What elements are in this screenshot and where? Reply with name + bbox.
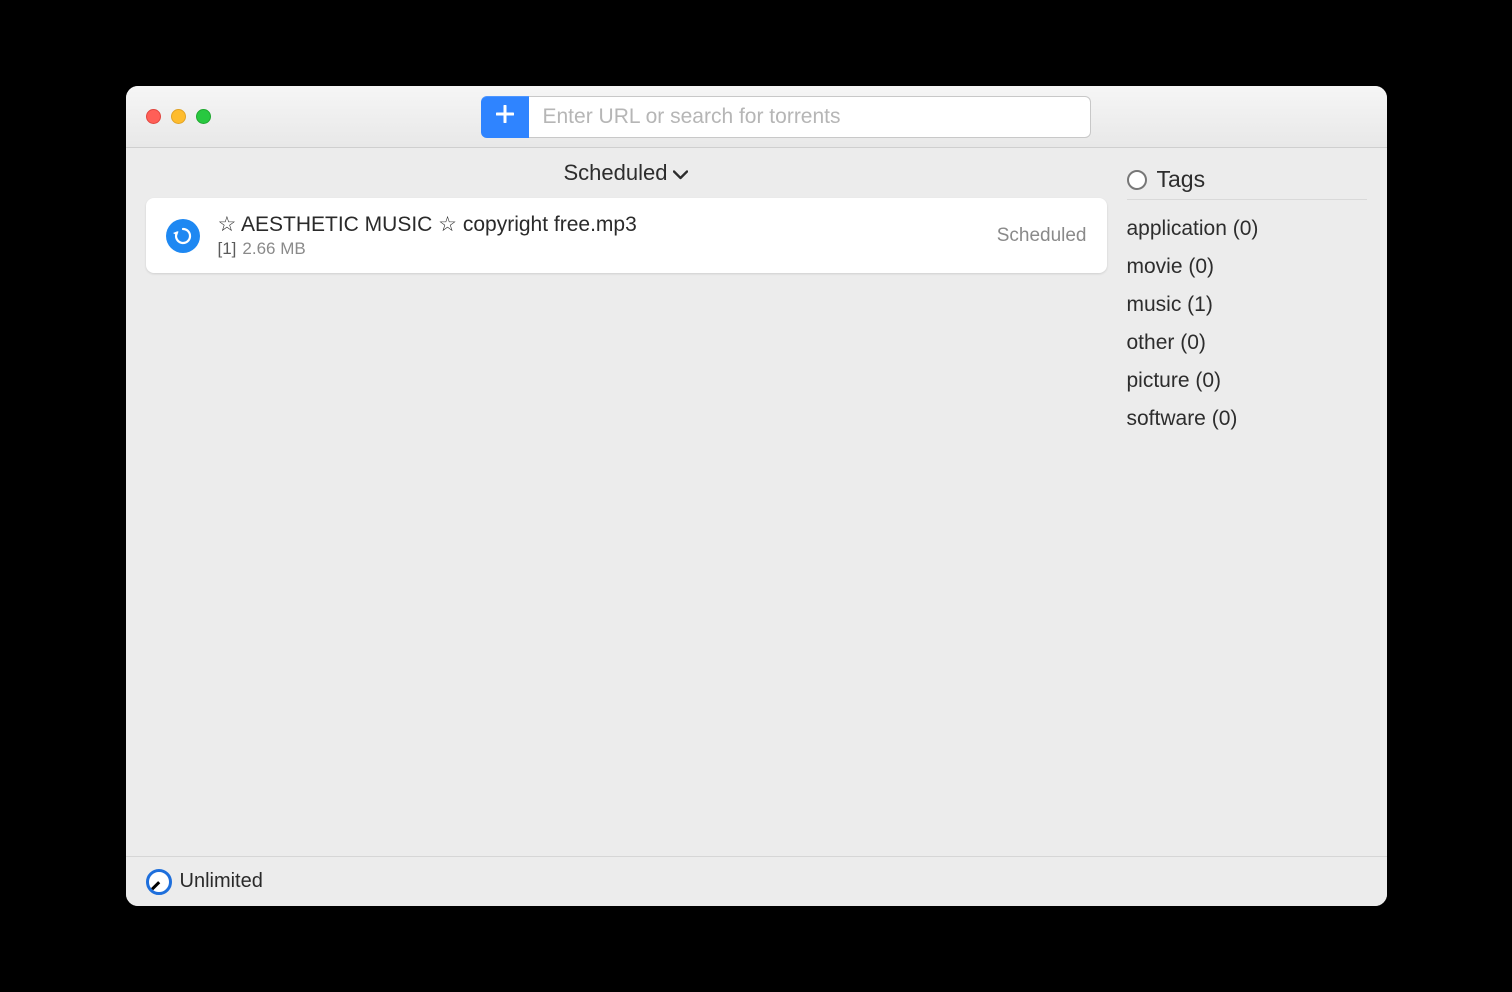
url-search-input[interactable]	[529, 96, 1091, 138]
tags-panel: Tags application (0) movie (0) music (1)…	[1127, 148, 1387, 856]
tags-title: Tags	[1157, 166, 1206, 193]
filter-label: Scheduled	[564, 160, 668, 186]
window-body: Scheduled ☆ AESTHETIC MUSIC ☆	[126, 148, 1387, 906]
minimize-window-button[interactable]	[171, 109, 186, 124]
download-info: ☆ AESTHETIC MUSIC ☆ copyright free.mp3 […	[218, 212, 979, 259]
main-row: Scheduled ☆ AESTHETIC MUSIC ☆	[126, 148, 1387, 856]
url-search-group	[481, 96, 1091, 138]
traffic-lights	[146, 109, 211, 124]
downloads-column: Scheduled ☆ AESTHETIC MUSIC ☆	[126, 148, 1127, 856]
tag-application[interactable]: application (0)	[1127, 210, 1367, 248]
download-meta: [1] 2.66 MB	[218, 239, 979, 259]
filter-dropdown[interactable]: Scheduled	[564, 148, 689, 198]
gauge-icon	[146, 869, 172, 895]
download-size: 2.66 MB	[242, 239, 305, 259]
download-index: [1]	[218, 239, 237, 259]
zoom-window-button[interactable]	[196, 109, 211, 124]
tags-list: application (0) movie (0) music (1) othe…	[1127, 210, 1367, 438]
speed-limit-label: Unlimited	[180, 870, 263, 893]
download-name: ☆ AESTHETIC MUSIC ☆ copyright free.mp3	[218, 212, 979, 237]
titlebar	[126, 86, 1387, 148]
plus-icon	[496, 105, 514, 128]
add-download-button[interactable]	[481, 96, 529, 138]
tags-filter-radio[interactable]	[1127, 170, 1147, 190]
tag-music[interactable]: music (1)	[1127, 286, 1367, 324]
download-status: Scheduled	[997, 225, 1087, 247]
speed-limit-control[interactable]: Unlimited	[126, 856, 1387, 906]
scheduled-icon	[166, 219, 200, 253]
tag-movie[interactable]: movie (0)	[1127, 248, 1367, 286]
chevron-down-icon	[673, 160, 688, 186]
app-window: Scheduled ☆ AESTHETIC MUSIC ☆	[126, 86, 1387, 906]
download-item[interactable]: ☆ AESTHETIC MUSIC ☆ copyright free.mp3 […	[146, 198, 1107, 273]
close-window-button[interactable]	[146, 109, 161, 124]
tags-header: Tags	[1127, 166, 1367, 200]
tag-picture[interactable]: picture (0)	[1127, 362, 1367, 400]
tag-other[interactable]: other (0)	[1127, 324, 1367, 362]
tag-software[interactable]: software (0)	[1127, 400, 1367, 438]
